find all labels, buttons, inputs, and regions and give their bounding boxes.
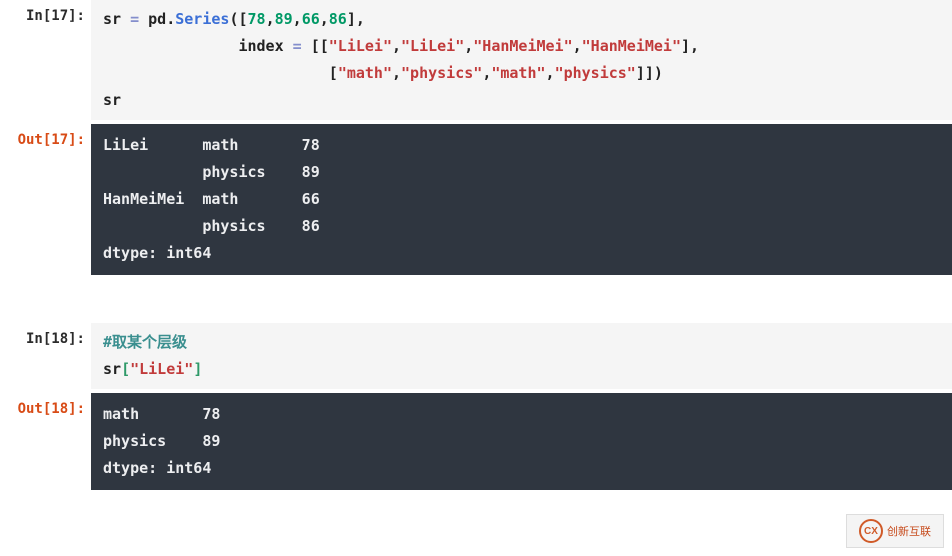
code-token: 86 — [329, 10, 347, 28]
code-input[interactable]: sr = pd.Series([78,89,66,86], index = [[… — [91, 0, 952, 120]
cell-input-17: In[17]: sr = pd.Series([78,89,66,86], in… — [0, 0, 952, 120]
code-input[interactable]: #取某个层级 sr["LiLei"] — [91, 323, 952, 389]
code-token: = — [130, 10, 139, 28]
code-output: LiLei math 78 physics 89 HanMeiMei math … — [91, 124, 952, 275]
code-token: [ — [103, 64, 338, 82]
code-token: 89 — [275, 10, 293, 28]
watermark-icon: CX — [859, 519, 883, 543]
out-prompt: Out[17]: — [0, 124, 91, 148]
code-token: Series — [175, 10, 229, 28]
code-token: "LiLei" — [401, 37, 464, 55]
code-token: "math" — [491, 64, 545, 82]
code-token: , — [464, 37, 473, 55]
code-token: , — [266, 10, 275, 28]
code-token: pd. — [139, 10, 175, 28]
code-token: index — [103, 37, 293, 55]
code-token: , — [320, 10, 329, 28]
code-token: 78 — [248, 10, 266, 28]
code-token: , — [573, 37, 582, 55]
code-token: , — [546, 64, 555, 82]
code-token: ] — [193, 360, 202, 378]
code-token: , — [293, 10, 302, 28]
code-token: ([ — [229, 10, 247, 28]
in-prompt: In[18]: — [0, 323, 91, 347]
code-token: sr — [103, 10, 130, 28]
code-token: sr — [103, 91, 121, 109]
code-token: "HanMeiMei" — [582, 37, 681, 55]
code-token: 66 — [302, 10, 320, 28]
code-token: "LiLei" — [130, 360, 193, 378]
watermark: CX 创新互联 — [846, 514, 944, 548]
code-token: , — [392, 64, 401, 82]
cell-input-18: In[18]: #取某个层级 sr["LiLei"] — [0, 323, 952, 389]
code-token: "HanMeiMei" — [473, 37, 572, 55]
code-token: [[ — [302, 37, 329, 55]
cell-output-18: Out[18]: math 78 physics 89 dtype: int64 — [0, 393, 952, 490]
code-token: #取某个层级 — [103, 333, 187, 351]
code-token: "math" — [338, 64, 392, 82]
code-output: math 78 physics 89 dtype: int64 — [91, 393, 952, 490]
out-prompt: Out[18]: — [0, 393, 91, 417]
code-token: , — [482, 64, 491, 82]
code-token: , — [392, 37, 401, 55]
code-token: "physics" — [401, 64, 482, 82]
code-token: "physics" — [555, 64, 636, 82]
code-token: "LiLei" — [329, 37, 392, 55]
cell-output-17: Out[17]: LiLei math 78 physics 89 HanMei… — [0, 124, 952, 275]
in-prompt: In[17]: — [0, 0, 91, 24]
code-token: ], — [681, 37, 699, 55]
code-token: ]]) — [636, 64, 663, 82]
code-token: [ — [121, 360, 130, 378]
code-token: = — [293, 37, 302, 55]
code-token: ], — [347, 10, 365, 28]
watermark-label: 创新互联 — [887, 523, 931, 539]
code-token: sr — [103, 360, 121, 378]
